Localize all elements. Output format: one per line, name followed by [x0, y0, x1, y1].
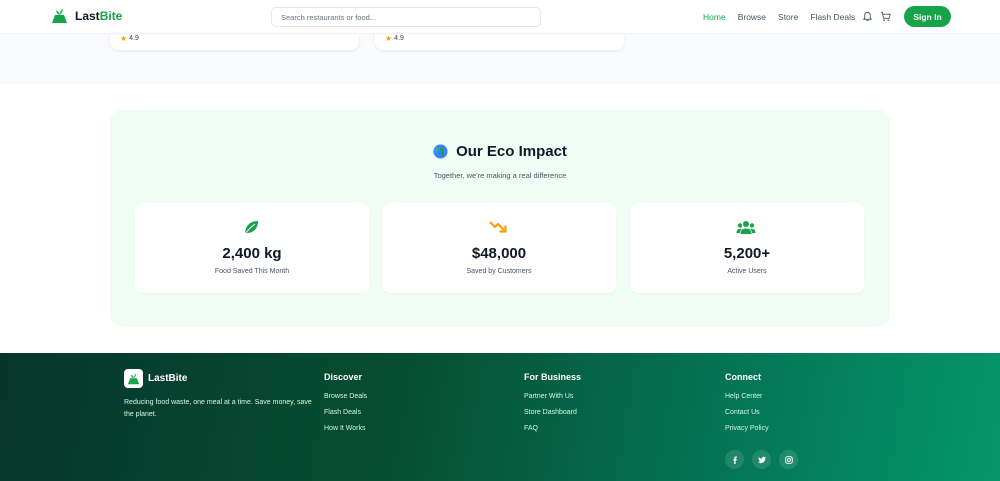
main-nav: Home Browse Store Flash Deals	[703, 12, 867, 22]
footer-logo-icon	[124, 369, 143, 388]
eco-impact-title: Our Eco Impact	[110, 143, 890, 160]
star-icon: ★	[120, 34, 128, 43]
footer-column-business: For Business Partner With Us Store Dashb…	[524, 372, 581, 441]
footer-link[interactable]: Privacy Policy	[725, 425, 769, 432]
instagram-icon[interactable]	[779, 450, 798, 469]
globe-icon	[433, 144, 448, 159]
brand-logo[interactable]: LastBite	[51, 8, 122, 24]
footer-brand-name: LastBite	[148, 373, 188, 384]
listing-section: ★ 4.9 ★ 4.9	[0, 34, 1000, 84]
stat-label: Saved by Customers	[466, 268, 532, 275]
footer-column-title: For Business	[524, 372, 582, 382]
logo-icon	[52, 9, 67, 23]
trend-down-icon	[489, 221, 507, 233]
site-footer: LastBite Reducing food waste, one meal a…	[0, 353, 1000, 481]
footer-link[interactable]: Store Dashboard	[524, 409, 581, 416]
footer-link[interactable]: Partner With Us	[524, 393, 581, 400]
footer-column-title: Connect	[725, 372, 761, 382]
users-icon	[736, 221, 756, 234]
footer-link[interactable]: Contact Us	[725, 409, 769, 416]
stat-label: Food Saved This Month	[214, 268, 290, 275]
eco-impact-subtitle: Together, we're making a real difference	[433, 171, 567, 180]
footer-column-connect: Connect Help Center Contact Us Privacy P…	[725, 372, 769, 441]
stat-card-money-saved: $48,000 Saved by Customers	[382, 203, 616, 293]
rating: ★ 4.9	[385, 34, 404, 43]
footer-column-title: Discover	[324, 372, 363, 382]
stat-label: Active Users	[727, 268, 767, 275]
top-navbar: LastBite Home Browse Store Flash Deals S…	[0, 0, 1000, 34]
footer-link[interactable]: How It Works	[324, 425, 367, 432]
brand-name: LastBite	[75, 9, 123, 23]
footer-brand[interactable]: LastBite	[124, 369, 187, 388]
bell-icon[interactable]	[862, 11, 873, 22]
footer-tagline: Reducing food waste, one meal at a time.…	[124, 399, 312, 418]
footer-link[interactable]: Help Center	[725, 393, 769, 400]
nav-flash-deals[interactable]: Flash Deals	[810, 12, 855, 22]
footer-link[interactable]: FAQ	[524, 425, 581, 432]
footer-link[interactable]: Browse Deals	[324, 393, 367, 400]
search-input[interactable]	[271, 7, 541, 27]
sign-in-button[interactable]: Sign In	[904, 6, 951, 27]
rating: ★ 4.9	[120, 34, 139, 43]
leaf-icon	[244, 221, 258, 235]
stat-value: 2,400 kg	[222, 245, 282, 262]
stat-value: $48,000	[471, 245, 527, 262]
nav-store[interactable]: Store	[778, 12, 798, 22]
star-icon: ★	[385, 34, 393, 43]
stat-card-food-saved: 2,400 kg Food Saved This Month	[135, 203, 369, 293]
stat-card-active-users: 5,200+ Active Users	[630, 203, 864, 293]
eco-impact-section: Our Eco Impact Together, we're making a …	[110, 110, 890, 327]
nav-browse[interactable]: Browse	[738, 12, 766, 22]
nav-home[interactable]: Home	[703, 12, 726, 22]
footer-link[interactable]: Flash Deals	[324, 409, 367, 416]
footer-column-discover: Discover Browse Deals Flash Deals How It…	[324, 372, 367, 441]
facebook-icon[interactable]	[725, 450, 744, 469]
stat-value: 5,200+	[723, 245, 771, 262]
restaurant-card[interactable]: ★ 4.9	[375, 34, 624, 50]
restaurant-card[interactable]: ★ 4.9	[110, 34, 359, 50]
cart-icon[interactable]	[880, 11, 891, 22]
twitter-icon[interactable]	[752, 450, 771, 469]
